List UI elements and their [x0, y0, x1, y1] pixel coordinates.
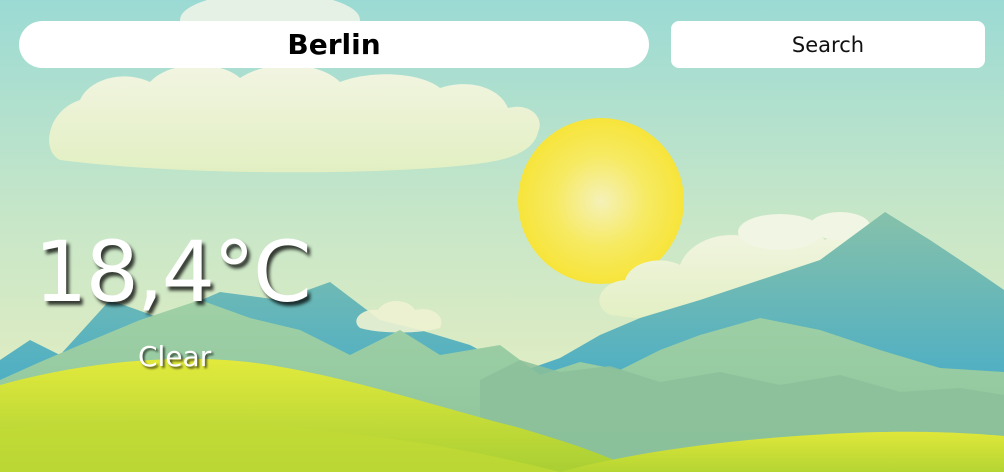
search-button[interactable]: Search — [671, 21, 985, 68]
weather-condition-label: Clear — [138, 340, 212, 373]
city-search-input[interactable] — [19, 21, 649, 68]
temperature-display: 18,4°C — [34, 223, 312, 321]
sun-icon — [518, 118, 684, 284]
weather-app: Search 18,4°C Clear — [0, 0, 1004, 472]
